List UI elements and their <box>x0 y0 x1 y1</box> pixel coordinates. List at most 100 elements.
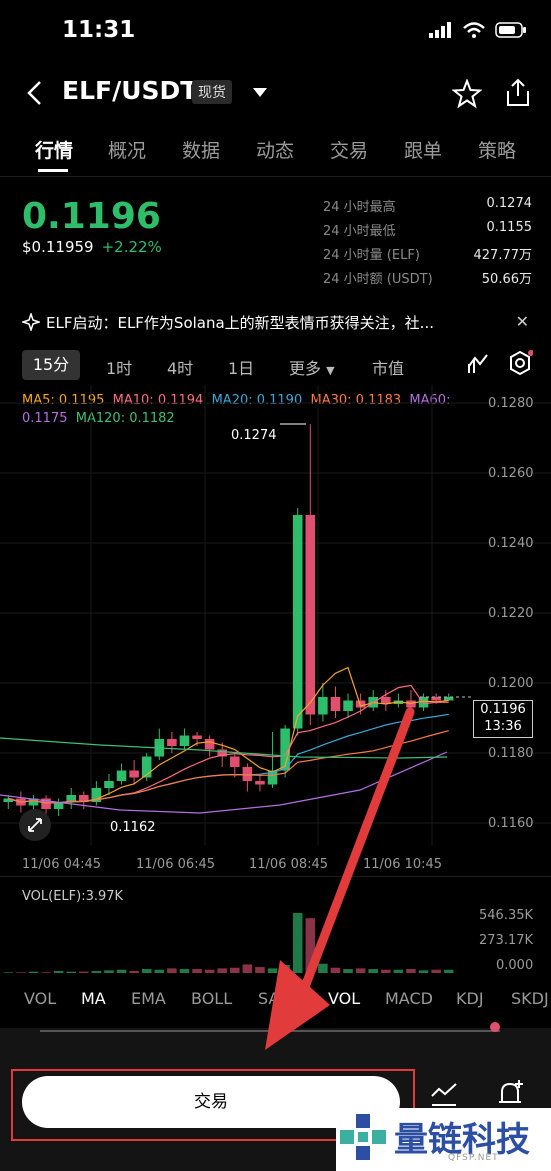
candle <box>292 508 303 736</box>
chevron-down-icon[interactable] <box>252 87 268 99</box>
indicator-kdj[interactable]: KDJ <box>456 989 484 1008</box>
x-tick: 11/06 10:45 <box>363 857 443 872</box>
spot-badge: 现货 <box>192 80 232 104</box>
sparkle-icon <box>22 312 42 333</box>
volume-label: VOL(ELF):3.97K <box>22 889 124 904</box>
x-tick: 11/06 08:45 <box>249 857 329 872</box>
star-icon[interactable] <box>452 79 482 109</box>
volume-bar <box>305 918 316 973</box>
volume-bar <box>355 968 366 973</box>
indicator-skdj[interactable]: SKDJ <box>511 989 549 1008</box>
indicator-ema[interactable]: EMA <box>131 989 166 1008</box>
candle <box>406 690 416 711</box>
tab-copy-trade[interactable]: 跟单 <box>404 136 442 163</box>
tab-news[interactable]: 动态 <box>256 136 294 163</box>
ma5-line <box>8 666 449 804</box>
candle <box>53 798 64 816</box>
share-icon[interactable] <box>504 78 532 108</box>
candle <box>66 788 76 809</box>
candle <box>192 732 202 746</box>
caret-down-icon: ▼ <box>326 364 335 377</box>
indicator-sub-vol[interactable]: VOL <box>328 989 360 1008</box>
candle <box>343 693 353 718</box>
volume-bar <box>330 967 341 973</box>
stat-label-low: 24 小时最低 <box>323 224 396 239</box>
ma20-line <box>8 713 449 804</box>
volume-bar <box>179 969 190 973</box>
interval-15m[interactable]: 15分 <box>22 350 80 380</box>
interval-more[interactable]: 更多 ▼ <box>289 355 335 379</box>
volume-bar <box>91 971 102 973</box>
candle <box>230 753 240 778</box>
chart-toggle-icon[interactable] <box>430 1080 458 1108</box>
pair-title[interactable]: ELF/USDT <box>62 76 197 105</box>
x-tick: 11/06 06:45 <box>136 857 216 872</box>
candle <box>255 774 265 792</box>
tab-overview[interactable]: 概况 <box>108 136 146 163</box>
usd-price: $0.11959 <box>22 238 94 256</box>
stat-label-turnover: 24 小时额 (USDT) <box>323 272 433 287</box>
volume-bar <box>443 969 454 973</box>
candle <box>179 728 190 750</box>
indicator-icon[interactable] <box>466 352 490 376</box>
candle <box>167 732 177 753</box>
volume-tick: 0.000 <box>496 958 534 973</box>
candle <box>305 424 316 725</box>
volume-bar <box>116 969 127 973</box>
interval-4h[interactable]: 4时 <box>167 355 193 379</box>
watermark-subtext: QFSP.NET <box>448 1153 499 1163</box>
volume-chart <box>3 912 454 973</box>
tab-data[interactable]: 数据 <box>182 136 220 163</box>
candle <box>3 795 14 809</box>
watermark-logo <box>340 1114 386 1160</box>
settings-icon[interactable] <box>507 350 533 376</box>
high-price-label: 0.1274 <box>231 428 277 443</box>
candle <box>242 763 253 792</box>
indicator-boll[interactable]: BOLL <box>191 989 232 1008</box>
volume-bar <box>79 971 89 973</box>
volume-bar <box>28 971 39 973</box>
interval-1d[interactable]: 1日 <box>228 355 254 379</box>
tab-trade[interactable]: 交易 <box>330 136 368 163</box>
interval-1h[interactable]: 1时 <box>106 355 132 379</box>
divider <box>0 176 551 177</box>
indicator-vol[interactable]: VOL <box>24 989 56 1008</box>
volume-bar <box>41 972 51 973</box>
indicator-macd[interactable]: MACD <box>385 989 433 1008</box>
volume-bar <box>368 969 378 973</box>
volume-tick: 546.35K <box>479 908 534 923</box>
y-tick: 0.1280 <box>488 396 534 411</box>
last-price: 0.1196 <box>22 196 161 237</box>
back-icon[interactable] <box>26 80 44 106</box>
expand-icon[interactable] <box>18 808 52 842</box>
news-ticker[interactable]: ELF启动：ELF作为Solana上的新型表情币获得关注，社... <box>22 312 522 333</box>
volume-bar <box>242 964 253 973</box>
candle <box>393 693 404 708</box>
price-change: +2.22% <box>101 238 162 256</box>
price-usd-row: $0.11959 +2.22% <box>22 238 162 256</box>
indicator-sar[interactable]: SAR <box>258 989 291 1008</box>
candle <box>267 732 278 788</box>
price-alert-icon[interactable] <box>496 1078 528 1110</box>
notification-dot <box>490 1022 500 1032</box>
volume-bar <box>230 967 240 973</box>
tab-market[interactable]: 行情 <box>35 136 73 163</box>
last-price-tag: 0.1196 13:36 <box>473 700 533 738</box>
close-icon[interactable]: ✕ <box>516 312 529 331</box>
tab-bar: 行情 概况 数据 动态 交易 跟单 策略 <box>0 136 551 172</box>
volume-bar <box>53 971 64 973</box>
volume-bar <box>292 912 303 973</box>
tab-underline <box>38 169 68 172</box>
candle <box>154 728 165 760</box>
divider <box>0 876 551 877</box>
countdown: 13:36 <box>484 719 522 734</box>
indicator-ma[interactable]: MA <box>81 989 106 1008</box>
interval-more-label: 更多 <box>289 359 322 378</box>
battery-icon <box>495 22 526 38</box>
x-tick: 11/06 04:45 <box>22 857 102 872</box>
candlestick-chart[interactable] <box>0 385 551 845</box>
tab-strategy[interactable]: 策略 <box>478 136 516 163</box>
market-cap-toggle[interactable]: 市值 <box>372 355 404 379</box>
volume-bar <box>192 969 202 973</box>
volume-bar <box>104 970 114 973</box>
